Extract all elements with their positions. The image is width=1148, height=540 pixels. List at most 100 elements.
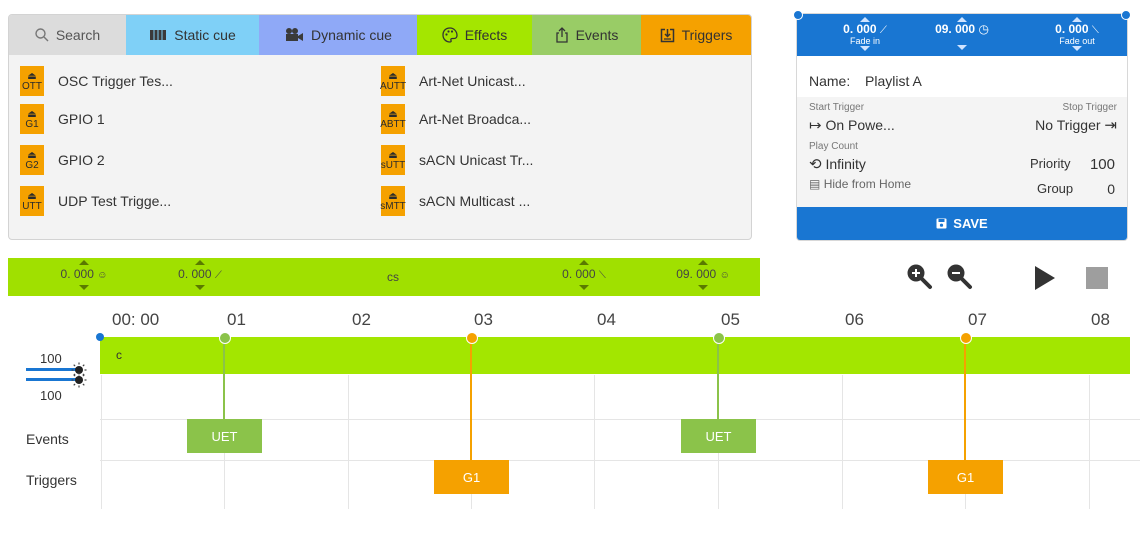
- group-value[interactable]: 0: [1107, 181, 1115, 197]
- trigger-item[interactable]: ⏏ UTT UDP Test Trigge...: [20, 186, 171, 216]
- cue-field-3[interactable]: 0. 000 ⟍: [554, 260, 614, 290]
- grid-line: [842, 375, 843, 509]
- play-button[interactable]: [1033, 265, 1057, 291]
- zoom-in-button[interactable]: [905, 262, 933, 290]
- event-marker[interactable]: [713, 332, 725, 344]
- trigger-icon: ⏏: [388, 108, 398, 120]
- trigger-item[interactable]: ⏏ G2 GPIO 2: [20, 145, 105, 175]
- library-tabs: Search Static cue Dynamic cue Effects Ev…: [9, 15, 751, 55]
- trigger-item[interactable]: ⏏ sMTT sACN Multicast ...: [380, 186, 530, 216]
- trigger-badge: ⏏ UTT: [20, 186, 44, 216]
- decrement-arrow[interactable]: [957, 45, 967, 50]
- trigger-item[interactable]: ⏏ G1 GPIO 1: [20, 104, 105, 134]
- playlist-header: 0. 000 ⟋ Fade in 09. 000 ◷ 0. 000 ⟍ Fade…: [797, 14, 1127, 56]
- brightness-icon[interactable]: [71, 372, 87, 388]
- tab-triggers[interactable]: Triggers: [641, 15, 751, 55]
- playlist-name-row[interactable]: Name: Playlist A: [797, 67, 1127, 97]
- trigger-label: UDP Test Trigge...: [58, 193, 172, 209]
- resize-handle[interactable]: [1121, 10, 1131, 20]
- tab-static-cue[interactable]: Static cue: [126, 15, 259, 55]
- tab-events-label: Events: [575, 27, 619, 43]
- zoom-out-button[interactable]: [945, 262, 973, 290]
- trigger-marker[interactable]: [960, 332, 972, 344]
- decrement-arrow[interactable]: [79, 285, 89, 290]
- tab-events[interactable]: Events: [532, 15, 641, 55]
- event-block[interactable]: UET: [681, 419, 756, 453]
- duration-field[interactable]: 09. 000 ◷: [927, 17, 997, 50]
- trigger-icon: ⏏: [388, 190, 398, 202]
- trigger-block[interactable]: G1: [434, 460, 509, 494]
- play-count-label: Play Count: [809, 141, 858, 152]
- grid-line: [1089, 375, 1090, 509]
- tab-triggers-label: Triggers: [681, 27, 733, 43]
- trigger-badge: ⏏ sMTT: [380, 186, 406, 216]
- cue-label: c: [116, 348, 122, 362]
- trigger-item[interactable]: ⏏ ABTT Art-Net Broadca...: [380, 104, 531, 134]
- trigger-badge: ⏏ ABTT: [380, 104, 406, 134]
- fade-out-label: Fade out: [1059, 36, 1095, 46]
- playhead-handle[interactable]: [96, 333, 104, 341]
- intensity-slider[interactable]: [26, 368, 76, 371]
- tab-effects[interactable]: Effects: [417, 15, 532, 55]
- time-tick: 01: [227, 310, 246, 329]
- trigger-icon: ⏏: [388, 70, 398, 82]
- decrement-arrow[interactable]: [195, 285, 205, 290]
- tab-search[interactable]: Search: [9, 15, 126, 55]
- stop-trigger-select[interactable]: No Trigger ⇥: [1035, 116, 1117, 134]
- trigger-item[interactable]: ⏏ sUTT sACN Unicast Tr...: [381, 145, 533, 175]
- save-button[interactable]: SAVE: [797, 207, 1127, 240]
- fade-out-field[interactable]: 0. 000 ⟍ Fade out: [1042, 17, 1112, 51]
- fade-out-icon: ⟍: [598, 270, 606, 281]
- decrement-arrow[interactable]: [698, 285, 708, 290]
- time-tick: 04: [597, 310, 616, 329]
- priority-label: Priority: [1030, 156, 1071, 171]
- playlist-name[interactable]: Playlist A: [865, 73, 922, 89]
- intensity-slider[interactable]: [26, 378, 76, 381]
- hide-home-icon: ▤: [809, 177, 821, 191]
- event-marker-line: [223, 340, 225, 420]
- start-trigger-select[interactable]: ↦ On Powe...: [809, 116, 895, 134]
- group-label: Group: [1037, 181, 1074, 196]
- trigger-marker[interactable]: [466, 332, 478, 344]
- playlist-panel: 0. 000 ⟋ Fade in 09. 000 ◷ 0. 000 ⟍ Fade…: [793, 10, 1131, 240]
- hide-from-home-toggle[interactable]: ▤ Hide from Home: [809, 177, 911, 191]
- library-panel: Search Static cue Dynamic cue Effects Ev…: [8, 14, 752, 240]
- cue-field-2[interactable]: 0. 000 ⟋: [170, 260, 230, 290]
- cue-name[interactable]: cs: [378, 270, 408, 284]
- trigger-label: sACN Unicast Tr...: [419, 152, 534, 168]
- cue-field-4[interactable]: 09. 000 ☺: [668, 260, 738, 290]
- event-marker[interactable]: [219, 332, 231, 344]
- fade-in-field[interactable]: 0. 000 ⟋ Fade in: [835, 17, 895, 51]
- time-tick: 05: [721, 310, 740, 329]
- time-tick: 00: 00: [112, 310, 160, 329]
- trigger-block[interactable]: G1: [928, 460, 1003, 494]
- resize-handle[interactable]: [793, 10, 803, 20]
- cue-field-1[interactable]: 0. 000 ☺: [54, 260, 114, 290]
- trigger-item[interactable]: ⏏ OTT OSC Trigger Tes...: [20, 66, 173, 96]
- decrement-arrow[interactable]: [860, 46, 870, 51]
- tab-dynamic-cue[interactable]: Dynamic cue: [259, 15, 417, 55]
- person-icon: ☺: [719, 270, 730, 281]
- event-block[interactable]: UET: [187, 419, 262, 453]
- start-trigger-label: Start Trigger: [809, 102, 865, 113]
- priority-value[interactable]: 100: [1090, 156, 1115, 173]
- intensity-value: 100: [40, 388, 62, 403]
- trigger-icon: ⏏: [388, 149, 398, 161]
- start-arrow-icon: ↦: [809, 117, 822, 134]
- trigger-label: OSC Trigger Tes...: [58, 73, 173, 89]
- play-count-select[interactable]: ⟲ Infinity: [809, 155, 866, 173]
- share-icon: [555, 27, 568, 43]
- cue-block[interactable]: c: [100, 337, 1130, 374]
- time-tick: 02: [352, 310, 371, 329]
- decrement-arrow[interactable]: [1072, 46, 1082, 51]
- dynamic-cue-icon: [286, 28, 304, 41]
- tab-search-label: Search: [55, 27, 101, 43]
- intensity-value: 100: [40, 351, 62, 366]
- stop-button[interactable]: [1086, 267, 1108, 289]
- decrement-arrow[interactable]: [579, 285, 589, 290]
- fade-in-label: Fade in: [849, 36, 881, 46]
- cue-settings-bar: 0. 000 ☺ 0. 000 ⟋ cs 0. 000 ⟍ 09. 000 ☺: [8, 258, 760, 296]
- event-marker-line: [717, 340, 719, 420]
- trigger-item[interactable]: ⏏ AUTT Art-Net Unicast...: [380, 66, 526, 96]
- palette-icon: [442, 27, 458, 43]
